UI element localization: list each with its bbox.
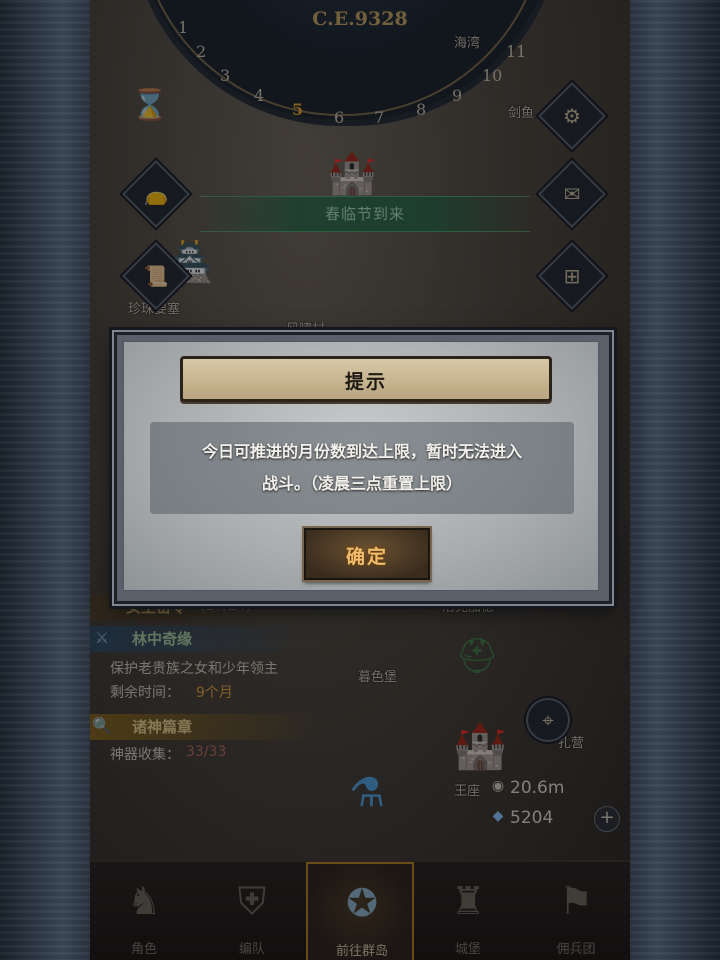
dialog-message-panel: 今日可推进的月份数到达上限，暂时无法进入 战斗。（凌晨三点重置上限） <box>150 422 574 514</box>
confirm-button-label: 确定 <box>345 546 388 568</box>
left-border-decor <box>0 0 90 960</box>
dialog-message-line: 战斗。（凌晨三点重置上限） <box>261 474 462 493</box>
dialog-title: 提示 <box>344 371 387 393</box>
dialog-message: 今日可推进的月份数到达上限，暂时无法进入 战斗。（凌晨三点重置上限） <box>166 436 558 500</box>
right-border-decor <box>630 0 720 960</box>
dialog-body: 提示 今日可推进的月份数到达上限，暂时无法进入 战斗。（凌晨三点重置上限） 确定 <box>123 341 599 591</box>
screen: C.E.9328 1 2 3 4 5 6 7 8 9 10 11 ⌛ 海湾 剑鱼… <box>0 0 720 960</box>
dialog-title-bar: 提示 <box>180 356 552 402</box>
confirm-button[interactable]: 确定 <box>304 528 430 580</box>
alert-dialog: 提示 今日可推进的月份数到达上限，暂时无法进入 战斗。（凌晨三点重置上限） 确定 <box>114 332 612 604</box>
dialog-message-line: 今日可推进的月份数到达上限，暂时无法进入 <box>201 442 522 461</box>
